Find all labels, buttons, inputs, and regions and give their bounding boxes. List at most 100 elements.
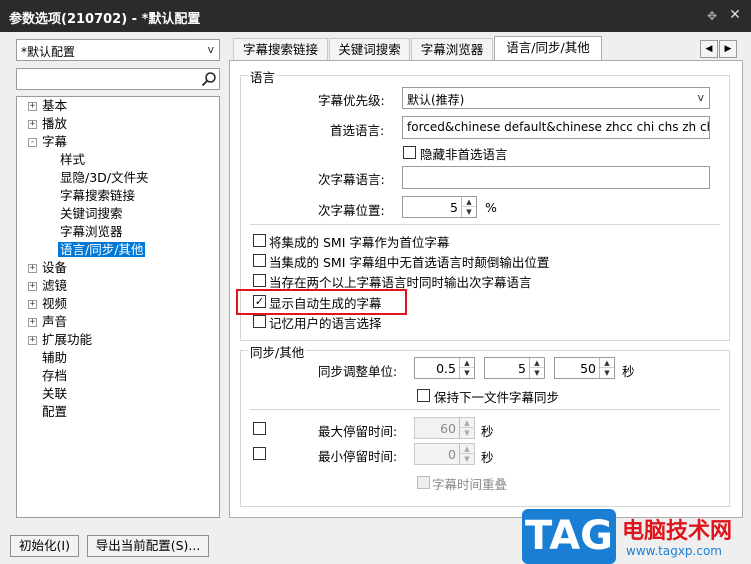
close-icon[interactable]: ✕	[727, 7, 743, 23]
smi-first-label: 将集成的 SMI 字幕作为首位字幕	[269, 235, 450, 250]
expand-icon[interactable]: +	[28, 282, 37, 291]
spin-up-icon[interactable]: ▲	[460, 418, 474, 428]
smi-reverse-checkbox[interactable]	[253, 254, 266, 267]
tab-next-icon[interactable]: ▶	[719, 40, 737, 58]
sync-unit-1-value: 0.5	[436, 361, 456, 376]
secondary-position-label: 次字幕位置:	[318, 203, 385, 218]
keep-sync-checkbox[interactable]	[417, 389, 430, 402]
window-title: 参数选项(210702) - *默认配置	[9, 12, 201, 27]
tab-subtitle-browser[interactable]: 字幕浏览器	[411, 38, 493, 60]
sync-unit-3-spinner[interactable]: 50 ▲ ▼	[554, 357, 615, 379]
secondary-language-label: 次字幕语言:	[318, 172, 385, 187]
smi-reverse-label: 当集成的 SMI 字幕组中无首选语言时颠倒输出位置	[269, 255, 550, 270]
spin-up-icon[interactable]: ▲	[460, 444, 474, 454]
tree-item-playback[interactable]: 播放	[42, 115, 67, 133]
min-duration-checkbox[interactable]	[253, 447, 266, 460]
preferred-language-value: forced&chinese default&chinese zhcc chi …	[407, 120, 709, 134]
tree-item-association[interactable]: 关联	[42, 385, 67, 403]
priority-label: 字幕优先级:	[318, 93, 385, 108]
spin-down-icon[interactable]: ▼	[462, 207, 476, 217]
tree-item-extensions[interactable]: 扩展功能	[42, 331, 92, 349]
title-bar: 参数选项(210702) - *默认配置 ✥ ✕	[0, 0, 751, 32]
spin-up-icon[interactable]: ▲	[600, 358, 614, 368]
overlap-checkbox[interactable]	[417, 476, 430, 489]
search-icon[interactable]	[201, 71, 217, 87]
tab-prev-icon[interactable]: ◀	[700, 40, 718, 58]
profile-select[interactable]: *默认配置 v	[16, 39, 220, 61]
spin-up-icon[interactable]: ▲	[460, 358, 474, 368]
export-config-button[interactable]: 导出当前配置(S)...	[87, 535, 209, 557]
smi-first-checkbox[interactable]	[253, 234, 266, 247]
spin-down-icon[interactable]: ▼	[530, 368, 544, 378]
tab-language-sync-other[interactable]: 语言/同步/其他	[494, 36, 602, 61]
spin-up-icon[interactable]: ▲	[462, 197, 476, 207]
tree-item-config[interactable]: 配置	[42, 403, 67, 421]
divider	[250, 409, 720, 410]
language-group-title: 语言	[248, 67, 278, 86]
tab-subtitle-search-links[interactable]: 字幕搜索链接	[233, 38, 328, 60]
max-duration-checkbox[interactable]	[253, 422, 266, 435]
remember-language-checkbox[interactable]	[253, 315, 266, 328]
spin-down-icon[interactable]: ▼	[460, 428, 474, 438]
highlight-box	[236, 289, 407, 315]
remember-language-label: 记忆用户的语言选择	[269, 316, 382, 331]
tree-item-archive[interactable]: 存档	[42, 367, 67, 385]
secondary-language-input[interactable]	[402, 166, 710, 189]
sync-unit-3-value: 50	[580, 361, 596, 376]
watermark-url: www.tagxp.com	[626, 544, 722, 558]
expand-icon[interactable]: +	[28, 318, 37, 327]
tree-item-video[interactable]: 视频	[42, 295, 67, 313]
spin-up-icon[interactable]: ▲	[530, 358, 544, 368]
search-input[interactable]	[16, 68, 220, 90]
tree-item-filters[interactable]: 滤镜	[42, 277, 67, 295]
chevron-down-icon: v	[207, 43, 214, 56]
collapse-icon[interactable]: -	[28, 138, 37, 147]
tree-item-keyword-search[interactable]: 关键词搜索	[60, 205, 123, 223]
percent-unit: %	[485, 200, 497, 215]
tree-item-devices[interactable]: 设备	[42, 259, 67, 277]
expand-icon[interactable]: +	[28, 300, 37, 309]
sync-group-title: 同步/其他	[248, 342, 307, 361]
watermark-site-name: 电脑技术网	[622, 519, 733, 544]
spin-down-icon[interactable]: ▼	[460, 454, 474, 464]
max-duration-suffix: 秒	[481, 424, 494, 439]
priority-select-value: 默认(推荐)	[407, 93, 465, 107]
preferred-language-label: 首选语言:	[330, 123, 385, 138]
tree-item-subtitle-browser[interactable]: 字幕浏览器	[60, 223, 123, 241]
tree-item-search-links[interactable]: 字幕搜索链接	[60, 187, 135, 205]
sync-unit-label: 同步调整单位:	[318, 364, 398, 379]
pin-icon[interactable]: ✥	[704, 8, 720, 24]
sync-unit-1-spinner[interactable]: 0.5 ▲ ▼	[414, 357, 475, 379]
spin-down-icon[interactable]: ▼	[460, 368, 474, 378]
tree-item-style[interactable]: 样式	[60, 151, 85, 169]
expand-icon[interactable]: +	[28, 120, 37, 129]
output-secondary-checkbox[interactable]	[253, 274, 266, 287]
preferred-language-input[interactable]: forced&chinese default&chinese zhcc chi …	[402, 116, 710, 139]
overlap-label: 字幕时间重叠	[432, 477, 508, 492]
watermark: TAG 电脑技术网 www.tagxp.com	[522, 509, 751, 564]
tree-item-language-sync[interactable]: 语言/同步/其他	[58, 241, 146, 259]
tree-item-basic[interactable]: 基本	[42, 97, 67, 115]
secondary-position-spinner[interactable]: 5 ▲ ▼	[402, 196, 477, 218]
reset-button[interactable]: 初始化(I)	[10, 535, 79, 557]
max-duration-spinner[interactable]: 60 ▲ ▼	[414, 417, 475, 439]
chevron-down-icon: v	[697, 91, 704, 104]
sync-unit-2-value: 5	[518, 361, 526, 376]
expand-icon[interactable]: +	[28, 102, 37, 111]
tree-item-audio[interactable]: 声音	[42, 313, 67, 331]
tree-item-assist[interactable]: 辅助	[42, 349, 67, 367]
spin-down-icon[interactable]: ▼	[600, 368, 614, 378]
min-duration-spinner[interactable]: 0 ▲ ▼	[414, 443, 475, 465]
max-duration-label: 最大停留时间:	[318, 424, 398, 439]
sync-unit-2-spinner[interactable]: 5 ▲ ▼	[484, 357, 545, 379]
tree-item-subtitles[interactable]: 字幕	[42, 133, 67, 151]
priority-select[interactable]: 默认(推荐) v	[402, 87, 710, 109]
max-duration-value: 60	[440, 421, 456, 436]
hide-nonpreferred-checkbox[interactable]	[403, 146, 416, 159]
hide-nonpreferred-label: 隐藏非首选语言	[420, 147, 508, 162]
expand-icon[interactable]: +	[28, 336, 37, 345]
tree-item-visibility[interactable]: 显隐/3D/文件夹	[60, 169, 149, 187]
expand-icon[interactable]: +	[28, 264, 37, 273]
tab-keyword-search[interactable]: 关键词搜索	[329, 38, 410, 60]
profile-select-value: *默认配置	[21, 45, 76, 59]
